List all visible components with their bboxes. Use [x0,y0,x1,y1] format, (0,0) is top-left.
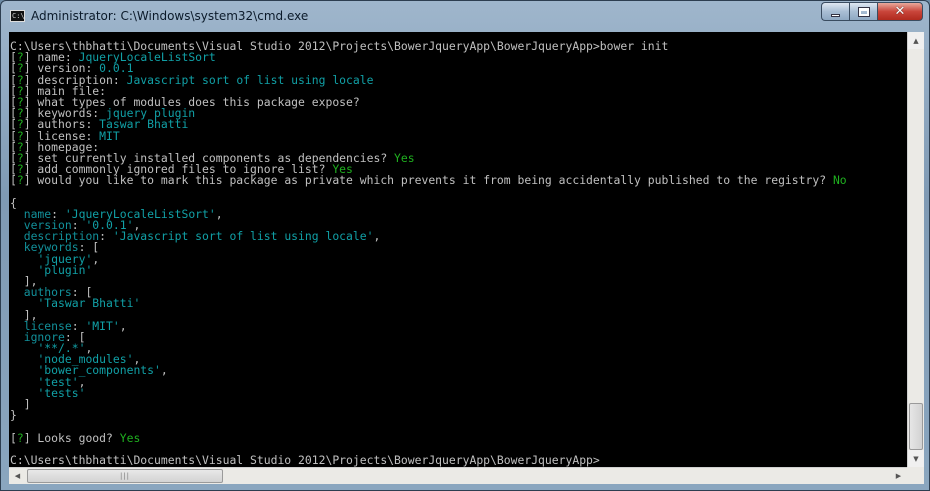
console-text: [ [10,430,17,445]
maximize-button[interactable] [849,2,877,21]
console-line: license: 'MIT', [10,318,847,333]
console-line: ] [10,398,847,410]
console-line: ignore: [ [10,331,847,343]
console-text: , [119,318,127,333]
console-text: , [92,251,100,266]
console-text: Yes [119,430,141,445]
console-text: ? [16,430,24,445]
console-line: 'bower_components', [10,365,847,376]
window-title: Administrator: C:\Windows\system32\cmd.e… [31,9,309,23]
console-text: Yes [394,150,415,165]
console-text: [ [10,173,17,188]
console-line: [?] authors: Taswar Bhatti [10,119,847,130]
horizontal-scrollbar[interactable]: ◀ ||| ▶ [9,467,907,484]
console-line: description: 'Javascript sort of list us… [10,229,847,244]
minimize-icon [831,13,840,17]
console-lines: C:\Users\thbhatti\Documents\Visual Studi… [10,40,847,467]
console-line: 'tests' [10,385,847,400]
console-line: [?] description: Javascript sort of list… [10,72,847,87]
caption-buttons: ✕ [821,2,923,22]
console-line: [?] license: MIT [10,128,847,143]
console-text: No [832,173,847,188]
console-text: } [10,408,17,423]
cmd-window: C:\ Administrator: C:\Windows\system32\c… [0,0,930,491]
console-text: , [215,206,223,221]
console-text: 'Javascript sort of list using locale' [112,229,374,244]
vertical-scrollbar[interactable]: ▲ ▼ [907,32,924,467]
horizontal-scroll-thumb[interactable]: ||| [27,469,223,483]
console-text: C:\Users\thbhatti\Documents\Visual Studi… [10,452,600,467]
console-line: [?] name: JqueryLocaleListSort [10,51,847,63]
close-icon: ✕ [894,4,906,19]
console-line: [?] would you like to mark this package … [10,175,847,186]
console-text: ] would you like to mark this package as… [23,173,833,188]
console-output[interactable]: C:\Users\thbhatti\Documents\Visual Studi… [9,32,907,467]
cmd-icon[interactable]: C:\ [10,10,25,22]
title-bar[interactable]: C:\ Administrator: C:\Windows\system32\c… [1,1,929,33]
console-line: [?] Looks good? Yes [10,430,847,445]
console-line: ], [10,309,847,321]
maximize-icon [858,7,869,16]
console-text: 'MIT' [85,318,120,333]
console-text: , [160,363,168,378]
console-text: ] Looks good? [23,430,120,445]
console-text: 'Taswar Bhatti' [37,296,141,311]
console-text: 'tests' [37,385,86,400]
thumb-grip-icon: ||| [119,472,131,480]
close-button[interactable]: ✕ [877,2,923,21]
console-line: 'jquery', [10,251,847,266]
console-text: Javascript sort of list using locale [126,72,374,87]
scroll-right-arrow-icon[interactable]: ▶ [890,468,907,484]
scroll-up-arrow-icon[interactable]: ▲ [908,32,924,49]
console-text: 'plugin' [37,262,93,277]
console-line: C:\Users\thbhatti\Documents\Visual Studi… [10,452,847,467]
console-text: MIT [99,128,120,143]
console-text: : [99,229,113,244]
minimize-button[interactable] [821,2,849,21]
console-line: 'plugin' [10,262,847,277]
console-line: 'Taswar Bhatti' [10,298,847,309]
console-text: , [373,229,381,244]
console-text: ? [16,173,24,188]
scroll-left-arrow-icon[interactable]: ◀ [9,468,26,484]
vertical-scroll-thumb[interactable] [909,403,923,450]
scroll-down-arrow-icon[interactable]: ▼ [908,450,924,467]
resize-grip[interactable] [907,467,924,484]
console-line: } [10,408,847,423]
console-line: 'test', [10,376,847,388]
console-line: keywords: [ [10,242,847,253]
console-line: ], [10,275,847,287]
